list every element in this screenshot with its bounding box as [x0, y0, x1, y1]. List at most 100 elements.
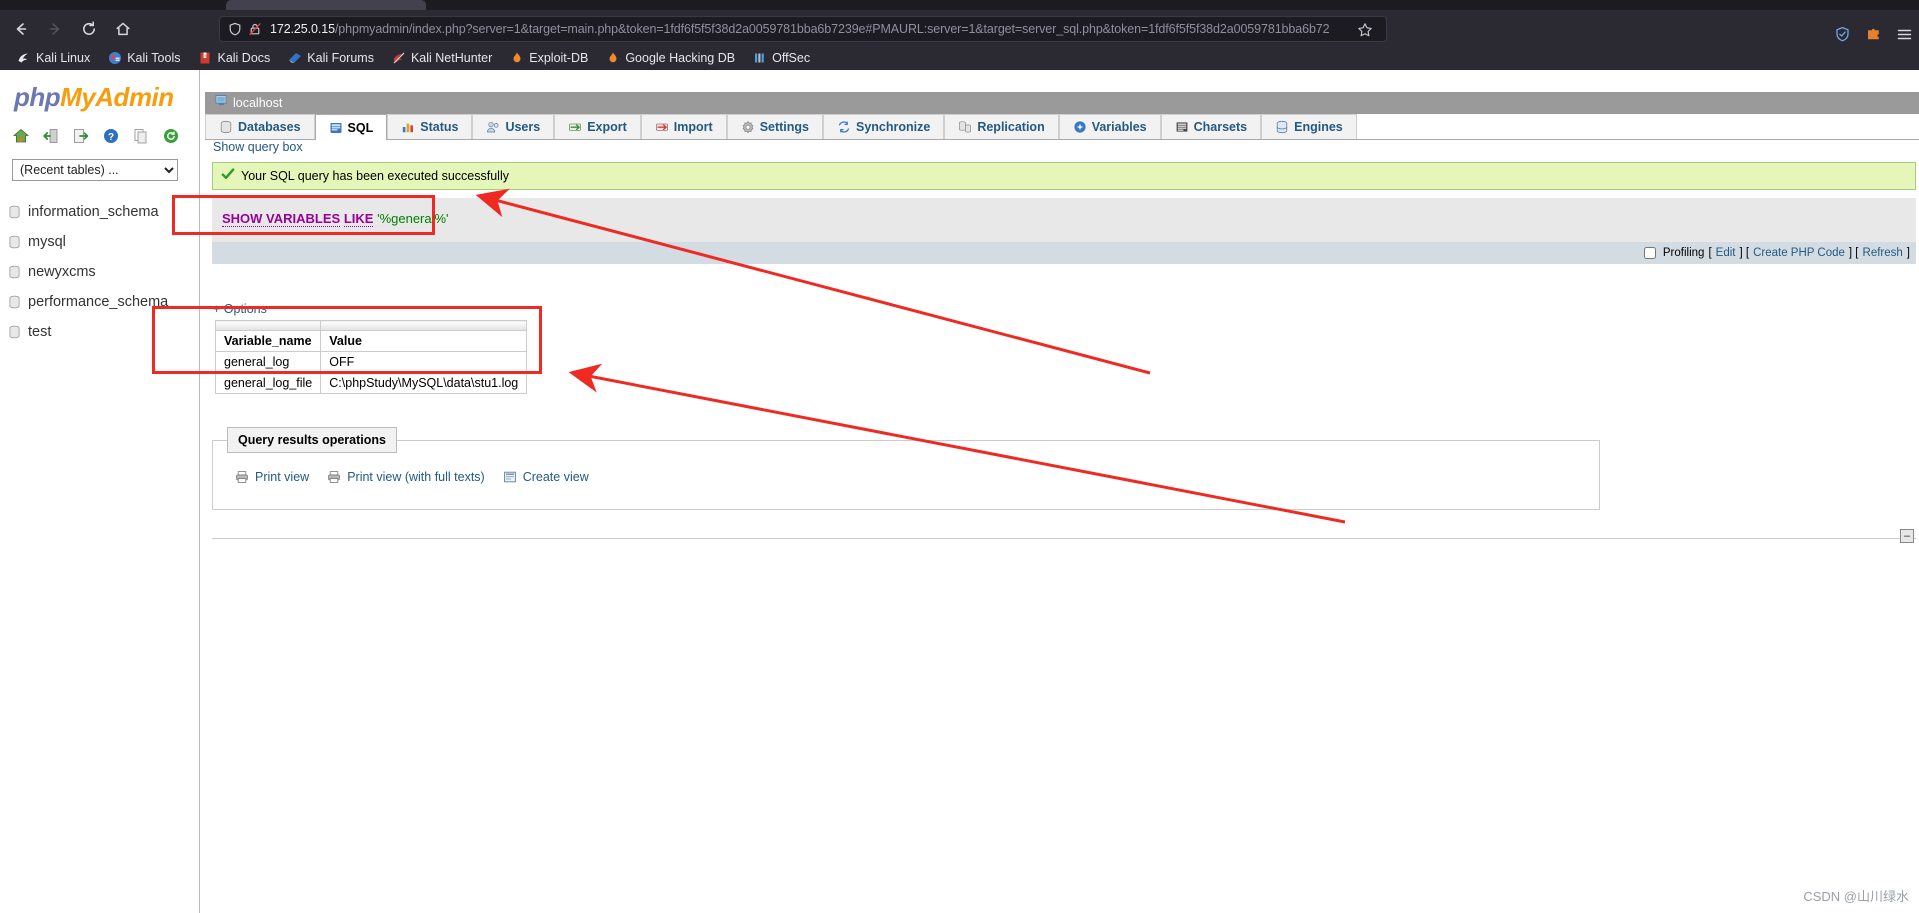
- database-item-mysql[interactable]: mysql: [8, 227, 199, 257]
- home-icon[interactable]: [112, 18, 134, 40]
- reload-navigation-icon[interactable]: [162, 127, 180, 145]
- tab-import[interactable]: Import: [640, 114, 727, 139]
- tab-settings[interactable]: Settings: [726, 114, 823, 139]
- page-content: phpMyAdmin ? (Recent tables) ... informa…: [0, 70, 1919, 913]
- home-icon[interactable]: [12, 127, 30, 145]
- forward-arrow-icon[interactable]: [44, 18, 66, 40]
- bracket-sep-1: ] [: [1739, 247, 1750, 259]
- back-arrow-icon[interactable]: [10, 18, 32, 40]
- query-window-icon[interactable]: [72, 127, 90, 145]
- tab-synchronize[interactable]: Synchronize: [823, 114, 945, 139]
- settings-icon: [741, 120, 755, 134]
- collapse-button[interactable]: –: [1900, 529, 1914, 543]
- bookmark-kali-linux[interactable]: Kali Linux: [8, 49, 99, 67]
- svg-text:/b: /b: [205, 54, 208, 58]
- bookmark-label: Kali Linux: [36, 51, 91, 65]
- tab-databases[interactable]: Databases: [205, 114, 315, 139]
- bookmark-label: Kali Docs: [217, 51, 271, 65]
- tab-charsets[interactable]: Charsets: [1160, 114, 1262, 139]
- tab-users[interactable]: Users: [472, 114, 555, 139]
- bookmark-kali-docs[interactable]: /b Kali Docs: [189, 49, 279, 67]
- tab-label: SQL: [347, 120, 374, 135]
- tab-export[interactable]: Export: [554, 114, 641, 139]
- print-view-link[interactable]: Print view: [235, 470, 309, 484]
- toolbar-right-buttons: [1834, 26, 1913, 43]
- refresh-link[interactable]: Refresh: [1863, 247, 1903, 259]
- exploit-db-icon: [510, 51, 524, 65]
- copy-icon[interactable]: [132, 127, 150, 145]
- sql-panel-footer: Profiling [ Edit ] [ Create PHP Code ] […: [212, 242, 1916, 264]
- kali-dragon-icon: [17, 51, 31, 65]
- tab-replication[interactable]: Replication: [944, 114, 1059, 139]
- results-column-variable-name[interactable]: Variable_name: [214, 330, 322, 352]
- results-header-row: Variable_name Value: [214, 330, 528, 352]
- browser-tab[interactable]: [226, 0, 426, 10]
- bookmark-kali-nethunter[interactable]: Kali NetHunter: [383, 49, 501, 67]
- query-results-operations-links: Print view Print view (with full texts) …: [235, 470, 589, 484]
- tab-label: Export: [587, 120, 627, 134]
- database-item-test[interactable]: test: [8, 317, 199, 347]
- tab-label: Variables: [1091, 120, 1147, 134]
- edit-link[interactable]: Edit: [1716, 247, 1736, 259]
- databases-icon: [219, 120, 233, 134]
- recent-tables-select[interactable]: (Recent tables) ...: [12, 159, 178, 181]
- reload-icon[interactable]: [78, 18, 100, 40]
- url-text: 172.25.0.15/phpmyadmin/index.php?server=…: [270, 22, 1330, 36]
- tab-strip: [0, 0, 1919, 10]
- database-item-newyxcms[interactable]: newyxcms: [8, 257, 199, 287]
- bookmark-kali-tools[interactable]: Kali Tools: [99, 49, 189, 67]
- create-php-code-link[interactable]: Create PHP Code: [1753, 247, 1845, 259]
- success-message-text: Your SQL query has been executed success…: [241, 169, 509, 183]
- cell-value: C:\phpStudy\MySQL\data\stu1.log: [320, 372, 528, 394]
- url-host: 172.25.0.15: [270, 22, 335, 36]
- help-docs-icon[interactable]: ?: [102, 127, 120, 145]
- database-item-performance-schema[interactable]: performance_schema: [8, 287, 199, 317]
- server-name: localhost: [233, 96, 283, 110]
- results-spacer-cell: [214, 320, 322, 331]
- sidebar-nav-icons: ?: [12, 127, 199, 145]
- kali-tools-icon: [108, 51, 122, 65]
- bracket-sep-2: ] [: [1848, 247, 1859, 259]
- bookmark-kali-forums[interactable]: Kali Forums: [279, 49, 383, 67]
- offsec-icon: [753, 51, 767, 65]
- bookmark-label: Kali Forums: [307, 51, 374, 65]
- tab-label: Synchronize: [856, 120, 931, 134]
- shield-icon[interactable]: [228, 22, 242, 36]
- profiling-label: Profiling: [1662, 247, 1705, 259]
- import-icon: [655, 120, 669, 134]
- shield-extension-icon[interactable]: [1834, 26, 1851, 43]
- bottom-divider: [212, 538, 1916, 539]
- bookmark-google-hacking-db[interactable]: Google Hacking DB: [597, 49, 744, 67]
- tab-status[interactable]: Status: [387, 114, 473, 139]
- table-row[interactable]: general_log_file C:\phpStudy\MySQL\data\…: [214, 372, 528, 394]
- print-view-full-texts-link[interactable]: Print view (with full texts): [327, 470, 485, 484]
- bookmarks-bar: Kali Linux Kali Tools /b Kali Docs Kali …: [0, 46, 1919, 70]
- results-spacer-row: [214, 320, 528, 331]
- url-path: /phpmyadmin/index.php?server=1&target=ma…: [334, 22, 1330, 36]
- server-breadcrumb: localhost: [205, 92, 1919, 114]
- database-icon: [8, 235, 21, 249]
- tab-engines[interactable]: Engines: [1261, 114, 1357, 139]
- app-menu-icon[interactable]: [1896, 26, 1913, 43]
- star-icon[interactable]: [1357, 22, 1373, 38]
- url-bar[interactable]: 172.25.0.15/phpmyadmin/index.php?server=…: [219, 16, 1387, 42]
- options-link[interactable]: + Options: [213, 302, 267, 316]
- logout-icon[interactable]: [42, 127, 60, 145]
- profiling-checkbox[interactable]: [1643, 247, 1656, 259]
- extensions-puzzle-icon[interactable]: [1865, 26, 1882, 43]
- results-column-value[interactable]: Value: [320, 330, 528, 352]
- status-icon: [401, 120, 415, 134]
- tab-variables[interactable]: Variables: [1058, 114, 1161, 139]
- table-row[interactable]: general_log OFF: [214, 351, 528, 373]
- lock-crossed-icon[interactable]: [248, 22, 262, 36]
- create-view-link[interactable]: Create view: [503, 470, 589, 484]
- bookmark-exploit-db[interactable]: Exploit-DB: [501, 49, 597, 67]
- main-tabs: Databases SQL Status Users Export Import…: [205, 114, 1919, 140]
- success-message-bar: Your SQL query has been executed success…: [212, 162, 1916, 190]
- tab-sql[interactable]: SQL: [314, 114, 388, 140]
- show-query-box-link[interactable]: Show query box: [213, 140, 303, 154]
- database-item-information-schema[interactable]: information_schema: [8, 197, 199, 227]
- phpmyadmin-logo[interactable]: phpMyAdmin: [14, 82, 199, 113]
- bookmark-offsec[interactable]: OffSec: [744, 49, 819, 67]
- executed-sql-text[interactable]: SHOW VARIABLES LIKE '%general%': [222, 211, 449, 227]
